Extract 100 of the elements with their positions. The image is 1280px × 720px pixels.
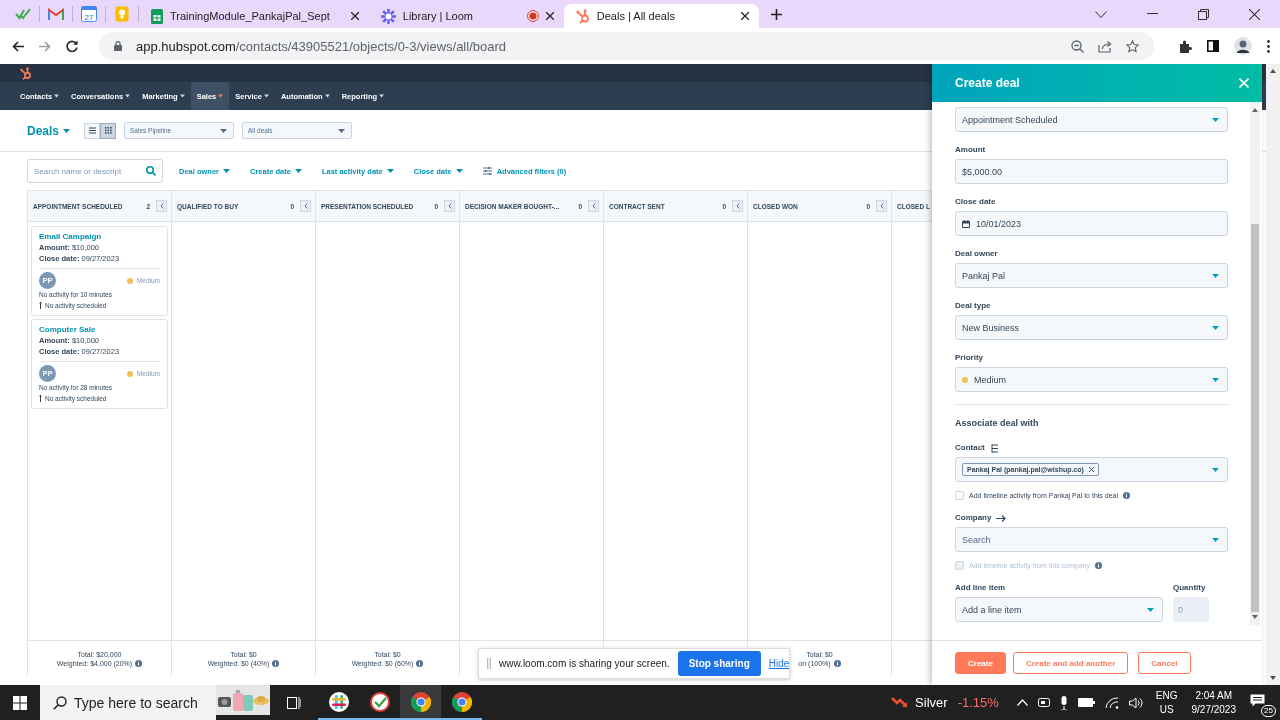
dropdown[interactable]: Appointment Scheduled [955, 107, 1228, 132]
zoom-out-icon[interactable] [1071, 39, 1084, 53]
dropdown[interactable]: Search [955, 527, 1228, 552]
calendar-icon [962, 219, 970, 228]
remove-icon[interactable] [1088, 467, 1094, 472]
sprocket-icon [575, 8, 590, 24]
chevron-left-icon [303, 203, 308, 209]
stock-change: -1.15% [957, 695, 999, 710]
field-label: Deal type [955, 300, 992, 312]
search-icon [146, 166, 156, 176]
language-indicator[interactable]: ENG US [1155, 688, 1178, 717]
puzzle-icon[interactable] [1179, 39, 1192, 53]
wifi-icon[interactable] [1104, 696, 1119, 709]
windows-icon[interactable] [13, 695, 27, 710]
close-icon[interactable] [740, 12, 749, 20]
caret-icon [1212, 117, 1219, 122]
field-label: Company [955, 512, 992, 524]
arrow-right-icon[interactable] [996, 514, 1007, 522]
collapse-button[interactable] [300, 200, 311, 212]
browser-tab[interactable]: TrainingModule_PankajPal_Sept [139, 4, 369, 28]
collapse-button[interactable] [444, 200, 455, 212]
grip-icon [487, 658, 491, 669]
caret-icon [263, 94, 269, 98]
caret-icon [179, 94, 185, 98]
forward-icon[interactable] [39, 40, 51, 52]
chevron-up-icon[interactable] [1016, 699, 1028, 706]
browser-tab[interactable]: Deals | All deals [563, 4, 759, 28]
field-label: Amount [955, 144, 987, 156]
caret-icon [220, 128, 228, 133]
close-icon[interactable] [350, 12, 359, 20]
task-view-icon[interactable] [287, 696, 301, 709]
avatar-icon[interactable] [1234, 37, 1252, 55]
minimize-icon[interactable] [1147, 13, 1158, 15]
more-icon[interactable] [1267, 39, 1270, 53]
side-panel-icon[interactable] [1207, 40, 1219, 52]
checkmark-icon[interactable] [15, 8, 31, 20]
caret-icon [1212, 537, 1219, 542]
caret-icon [54, 94, 60, 98]
collapse-button[interactable] [732, 200, 743, 212]
input-field[interactable]: $5,000.00 [955, 159, 1228, 184]
star-icon[interactable] [1126, 39, 1139, 53]
caret-icon [125, 94, 131, 98]
sprocket-logo[interactable] [20, 66, 32, 80]
date-field[interactable]: 10/01/2023 [955, 211, 1228, 236]
close-icon[interactable] [1249, 8, 1260, 20]
section-heading: Associate deal with [955, 418, 1040, 428]
reload-icon[interactable] [66, 40, 78, 52]
microphone-icon[interactable] [1059, 695, 1068, 710]
browser-icon [451, 691, 472, 712]
info-icon [416, 659, 424, 667]
stock-trend-icon[interactable] [891, 695, 910, 710]
collapse-button[interactable] [156, 200, 167, 212]
meet-icon[interactable] [1037, 696, 1050, 709]
caret-icon [294, 169, 302, 173]
speaker-icon[interactable] [1128, 696, 1144, 709]
spreadsheet-icon [151, 8, 163, 24]
lock-icon [114, 41, 122, 51]
collapse-button[interactable] [588, 200, 599, 212]
mail-icon[interactable] [48, 8, 64, 20]
browser-tab[interactable]: Library | Loom [368, 4, 564, 28]
deal-title[interactable]: Computer Sale [39, 324, 160, 335]
schedule-icon [39, 395, 42, 402]
deals-menu[interactable]: Deals [27, 123, 71, 138]
search-field[interactable]: Search name or descript [27, 159, 163, 183]
dropdown[interactable]: Add a line item [955, 597, 1163, 622]
collapse-button[interactable] [876, 200, 887, 212]
info-icon [833, 659, 841, 667]
search-icon [53, 696, 67, 710]
checkbox[interactable] [955, 491, 964, 500]
dropdown[interactable]: New Business [955, 315, 1228, 340]
back-icon[interactable] [12, 40, 24, 52]
restore-icon[interactable] [1198, 8, 1209, 20]
caret-icon [324, 94, 330, 98]
caret-icon [386, 169, 394, 173]
list-view-button[interactable] [84, 122, 101, 139]
board-view-button[interactable] [100, 122, 117, 139]
checkmark-icon [369, 691, 390, 712]
hide-link[interactable]: Hide [768, 658, 790, 669]
share-icon[interactable] [1098, 39, 1112, 53]
caret-icon [1147, 607, 1154, 612]
field-label: Add line item [955, 582, 1007, 594]
dropdown[interactable]: Pankaj Pal [955, 263, 1228, 288]
info-icon [1123, 492, 1130, 499]
share-message: www.loom.com is sharing your screen. [499, 658, 670, 669]
panel-title: Create deal [955, 76, 1020, 90]
new-tab-icon[interactable] [770, 8, 782, 20]
field-label: Contact [955, 442, 985, 454]
taskbar-app[interactable] [400, 685, 441, 720]
dropdown[interactable]: Medium [955, 367, 1228, 392]
info-icon [272, 659, 280, 667]
close-icon[interactable] [545, 12, 554, 20]
stop-sharing-button[interactable]: Stop sharing [677, 651, 761, 676]
address-field[interactable]: app.hubspot.com/contacts/43905521/objects/0-3/views/all/board [99, 32, 1154, 60]
taskbar-search-field[interactable]: Type here to search [40, 685, 216, 720]
association-icon[interactable] [989, 443, 999, 453]
calendar-icon[interactable]: 27 [81, 6, 97, 22]
clock[interactable]: 2:04 AM 9/27/2023 [1191, 688, 1236, 717]
chevron-down-icon[interactable] [1095, 10, 1107, 18]
deal-title[interactable]: Email Campaign [39, 231, 160, 242]
battery-icon[interactable] [1077, 698, 1095, 707]
